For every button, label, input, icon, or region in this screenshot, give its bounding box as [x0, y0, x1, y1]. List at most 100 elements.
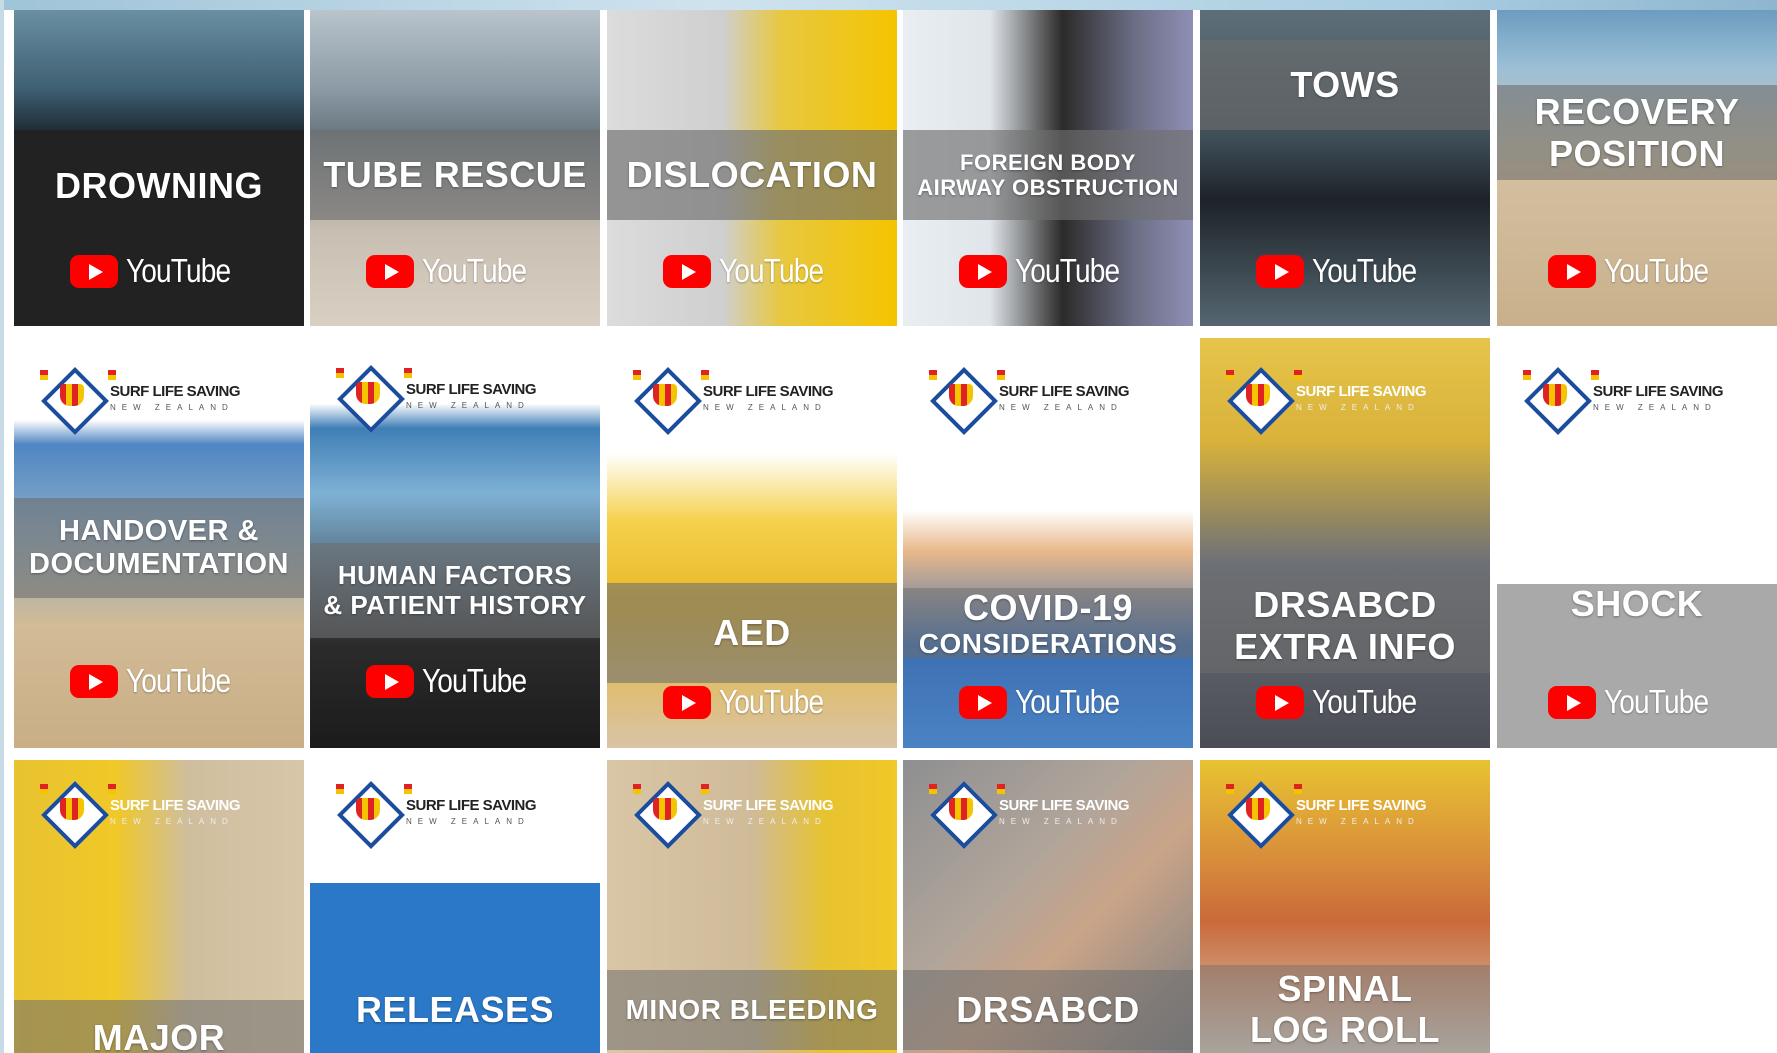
tile-dislocation[interactable]: DISLOCATION YouTube — [607, 10, 897, 326]
youtube-badge[interactable]: YouTube — [1497, 683, 1777, 720]
youtube-badge[interactable]: YouTube — [1200, 252, 1490, 289]
youtube-play-icon — [1547, 685, 1596, 719]
tile-covid[interactable]: SURF LIFE SAVING NEW ZEALAND COVID-19 CO… — [903, 338, 1193, 748]
slsnz-emblem-icon — [336, 365, 412, 433]
tile-title: DISLOCATION — [626, 154, 878, 196]
logo-sub-text: NEW ZEALAND — [1296, 402, 1420, 412]
tile-title-line-2: & PATIENT HISTORY — [323, 589, 587, 620]
slsnz-logo: SURF LIFE SAVING NEW ZEALAND — [336, 781, 537, 849]
youtube-badge[interactable]: YouTube — [14, 252, 304, 289]
slsnz-emblem-icon — [929, 781, 1005, 849]
tile-title-line-1: HANDOVER & — [59, 514, 259, 547]
youtube-label: YouTube — [1014, 683, 1120, 720]
logo-sub-text: NEW ZEALAND — [1593, 402, 1717, 412]
logo-main-text: SURF LIFE SAVING — [1296, 382, 1427, 400]
logo-main-text: SURF LIFE SAVING — [110, 382, 241, 400]
logo-sub-text: NEW ZEALAND — [406, 400, 530, 410]
tile-title: TOWS — [1290, 64, 1400, 106]
tile-title: MINOR BLEEDING — [625, 994, 879, 1026]
slsnz-logo: SURF LIFE SAVING NEW ZEALAND — [40, 781, 241, 849]
logo-sub-text: NEW ZEALAND — [110, 402, 234, 412]
tile-fbao[interactable]: FOREIGN BODY AIRWAY OBSTRUCTION YouTube — [903, 10, 1193, 326]
tile-title: AED — [713, 612, 791, 654]
youtube-play-icon — [1547, 254, 1596, 288]
youtube-label: YouTube — [718, 252, 824, 289]
logo-sub-text: NEW ZEALAND — [703, 816, 827, 826]
tile-drsabcd-extra[interactable]: SURF LIFE SAVING NEW ZEALAND DRSABCD EXT… — [1200, 338, 1490, 748]
tile-title: MAJOR — [92, 1016, 226, 1053]
youtube-play-icon — [365, 664, 414, 698]
youtube-play-icon — [1255, 685, 1304, 719]
youtube-label: YouTube — [125, 662, 231, 699]
slsnz-emblem-icon — [40, 781, 116, 849]
logo-main-text: SURF LIFE SAVING — [703, 796, 834, 814]
tile-tube-rescue[interactable]: TUBE RESCUE YouTube — [310, 10, 600, 326]
logo-main-text: SURF LIFE SAVING — [999, 382, 1130, 400]
slsnz-logo: SURF LIFE SAVING NEW ZEALAND — [633, 781, 834, 849]
tile-aed[interactable]: SURF LIFE SAVING NEW ZEALAND AED YouTube — [607, 338, 897, 748]
tile-title-line-1: DRSABCD — [1253, 584, 1437, 626]
youtube-badge[interactable]: YouTube — [903, 683, 1193, 720]
tile-human-factors[interactable]: SURF LIFE SAVING NEW ZEALAND HUMAN FACTO… — [310, 338, 600, 748]
youtube-badge[interactable]: YouTube — [1200, 683, 1490, 720]
youtube-badge[interactable]: YouTube — [607, 252, 897, 289]
logo-sub-text: NEW ZEALAND — [406, 816, 530, 826]
logo-main-text: SURF LIFE SAVING — [703, 382, 834, 400]
slsnz-emblem-icon — [1226, 781, 1302, 849]
youtube-label: YouTube — [1311, 252, 1417, 289]
youtube-play-icon — [958, 685, 1007, 719]
youtube-play-icon — [69, 664, 118, 698]
logo-main-text: SURF LIFE SAVING — [406, 796, 537, 814]
slsnz-logo: SURF LIFE SAVING NEW ZEALAND — [929, 367, 1130, 435]
slsnz-emblem-icon — [1523, 367, 1599, 435]
tile-title: SHOCK — [1570, 583, 1704, 624]
slsnz-logo: SURF LIFE SAVING NEW ZEALAND — [336, 365, 537, 433]
tile-title-line-1: FOREIGN BODY — [960, 149, 1136, 175]
logo-main-text: SURF LIFE SAVING — [999, 796, 1130, 814]
tile-handover[interactable]: SURF LIFE SAVING NEW ZEALAND HANDOVER & … — [14, 338, 304, 748]
youtube-play-icon — [1255, 254, 1304, 288]
tile-tows[interactable]: TOWS YouTube — [1200, 10, 1490, 326]
tile-drsabcd[interactable]: SURF LIFE SAVING NEW ZEALAND DRSABCD — [903, 760, 1193, 1053]
youtube-badge[interactable]: YouTube — [903, 252, 1193, 289]
youtube-label: YouTube — [1603, 683, 1709, 720]
youtube-badge[interactable]: YouTube — [310, 662, 600, 699]
youtube-play-icon — [662, 254, 711, 288]
slsnz-emblem-icon — [1226, 367, 1302, 435]
youtube-badge[interactable]: YouTube — [14, 662, 304, 699]
tile-spinal-log-roll[interactable]: SURF LIFE SAVING NEW ZEALAND SPINAL LOG … — [1200, 760, 1490, 1053]
youtube-play-icon — [958, 254, 1007, 288]
tile-shock[interactable]: SURF LIFE SAVING NEW ZEALAND SHOCK YouTu… — [1497, 338, 1777, 748]
tile-major[interactable]: SURF LIFE SAVING NEW ZEALAND MAJOR — [14, 760, 304, 1053]
logo-main-text: SURF LIFE SAVING — [110, 796, 241, 814]
youtube-badge[interactable]: YouTube — [310, 252, 600, 289]
youtube-label: YouTube — [1014, 252, 1120, 289]
tile-drowning[interactable]: DROWNING YouTube — [14, 10, 304, 326]
youtube-badge[interactable]: YouTube — [1497, 252, 1777, 289]
youtube-label: YouTube — [1603, 252, 1709, 289]
page-top-strip — [0, 0, 1777, 10]
slsnz-logo: SURF LIFE SAVING NEW ZEALAND — [40, 367, 241, 435]
tile-title-line-2: POSITION — [1548, 132, 1726, 174]
tile-title-line-2: EXTRA INFO — [1234, 625, 1456, 667]
tile-releases[interactable]: SURF LIFE SAVING NEW ZEALAND RELEASES — [310, 760, 600, 1053]
youtube-badge[interactable]: YouTube — [607, 683, 897, 720]
slsnz-emblem-icon — [633, 367, 709, 435]
tile-recovery-position[interactable]: RECOVERY POSITION YouTube — [1497, 10, 1777, 326]
youtube-play-icon — [365, 254, 414, 288]
slsnz-emblem-icon — [40, 367, 116, 435]
logo-sub-text: NEW ZEALAND — [999, 816, 1123, 826]
slsnz-logo: SURF LIFE SAVING NEW ZEALAND — [929, 781, 1130, 849]
tile-title-line-2: CONSIDERATIONS — [918, 627, 1178, 659]
youtube-label: YouTube — [125, 252, 231, 289]
youtube-label: YouTube — [421, 662, 527, 699]
tile-title: TUBE RESCUE — [323, 154, 587, 196]
slsnz-logo: SURF LIFE SAVING NEW ZEALAND — [1226, 367, 1427, 435]
tile-minor-bleeding[interactable]: SURF LIFE SAVING NEW ZEALAND MINOR BLEED… — [607, 760, 897, 1053]
slsnz-emblem-icon — [633, 781, 709, 849]
slsnz-logo: SURF LIFE SAVING NEW ZEALAND — [1226, 781, 1427, 849]
tile-title-line-2: DOCUMENTATION — [29, 548, 289, 580]
page-left-strip — [0, 0, 4, 1053]
tile-title: RELEASES — [355, 989, 555, 1031]
tile-title: DRSABCD — [956, 989, 1140, 1031]
